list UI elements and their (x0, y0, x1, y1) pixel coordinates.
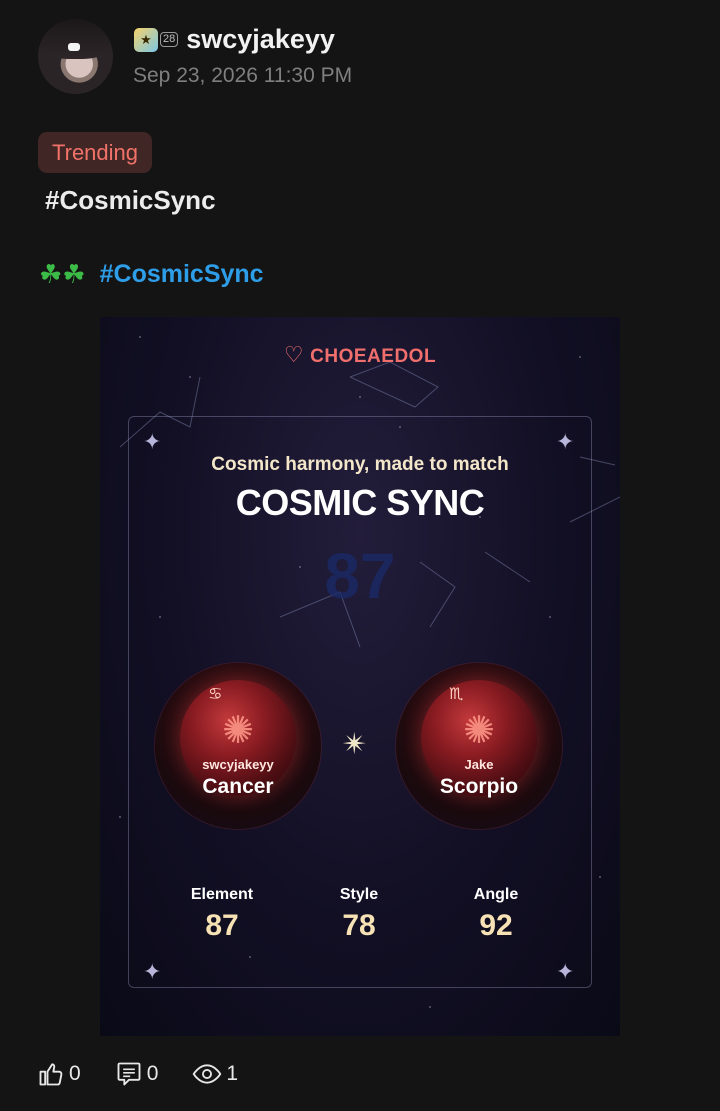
sparkle-icon: ✦ (143, 959, 162, 984)
stat-value: 92 (479, 909, 513, 942)
orb-owner: swcyjakeyy (202, 757, 274, 772)
stat-value: 87 (205, 909, 239, 942)
clover-emoji: ☘☘ (39, 259, 86, 289)
post-body: ☘☘ #CosmicSync (39, 259, 264, 290)
sparkle-icon: ✦ (556, 959, 575, 984)
brand-name: CHOEAEDOL (310, 346, 437, 367)
stat-angle: Angle 92 (426, 886, 566, 943)
card-subtitle: Cosmic harmony, made to match (211, 454, 509, 475)
orb-sign: Scorpio (439, 775, 519, 798)
avatar-bow (68, 43, 80, 51)
user-row: ★ 28 swcyjakeyy (134, 24, 335, 55)
avatar[interactable] (38, 19, 113, 94)
star-connector-icon: ✴ (342, 728, 368, 761)
stat-element: Element 87 (152, 886, 292, 943)
comment-button[interactable]: 0 (115, 1060, 159, 1088)
hashtag-link[interactable]: #CosmicSync (100, 260, 264, 289)
brand-heart-icon: ♡ (283, 342, 305, 367)
user-badge-icon: ★ (134, 27, 158, 52)
cosmic-sync-card[interactable]: ♡ CHOEAEDOL ✦ ✦ ✦ ✦ Cosmic harmony, made … (100, 317, 620, 1036)
trending-tag[interactable]: Trending (38, 132, 153, 173)
like-count: 0 (69, 1062, 81, 1085)
sync-score: 87 (324, 540, 396, 612)
orb-cancer: ♋ ✺ swcyjakeyy Cancer (155, 663, 321, 829)
orb-scorpio: ♏ ✺ Jake Scorpio (396, 663, 562, 829)
stat-style: Style 78 (289, 886, 429, 943)
crab-icon: ✺ (222, 710, 254, 752)
sparkle-icon: ✦ (556, 429, 575, 454)
orb-sign: Cancer (202, 775, 274, 798)
comment-icon (117, 1062, 141, 1086)
like-button[interactable]: 0 (37, 1060, 81, 1088)
avatar-hair (38, 19, 113, 59)
stat-label: Element (190, 886, 254, 903)
view-count: 1 (226, 1062, 239, 1085)
stat-label: Style (339, 886, 379, 903)
views-indicator: 1 (192, 1060, 238, 1088)
zodiac-glyph-icon: ♋ (208, 686, 223, 703)
eye-icon (193, 1064, 222, 1084)
post-actions: 0 0 1 (37, 1060, 272, 1088)
scorpion-icon: ✺ (463, 710, 495, 752)
post-timestamp: Sep 23, 2026 11:30 PM (133, 64, 353, 87)
thumbs-up-icon (39, 1063, 63, 1086)
level-badge: 28 (160, 32, 179, 47)
sparkle-icon: ✦ (143, 429, 162, 454)
stat-value: 78 (342, 909, 376, 942)
comment-count: 0 (146, 1062, 159, 1085)
stat-label: Angle (473, 886, 519, 903)
card-title: COSMIC SYNC (235, 482, 485, 523)
zodiac-glyph-icon: ♏ (449, 686, 464, 703)
post-title: #CosmicSync (45, 185, 216, 215)
orb-owner: Jake (464, 757, 494, 772)
brand-logo: ♡ CHOEAEDOL (100, 342, 620, 368)
username[interactable]: swcyjakeyy (186, 24, 335, 55)
